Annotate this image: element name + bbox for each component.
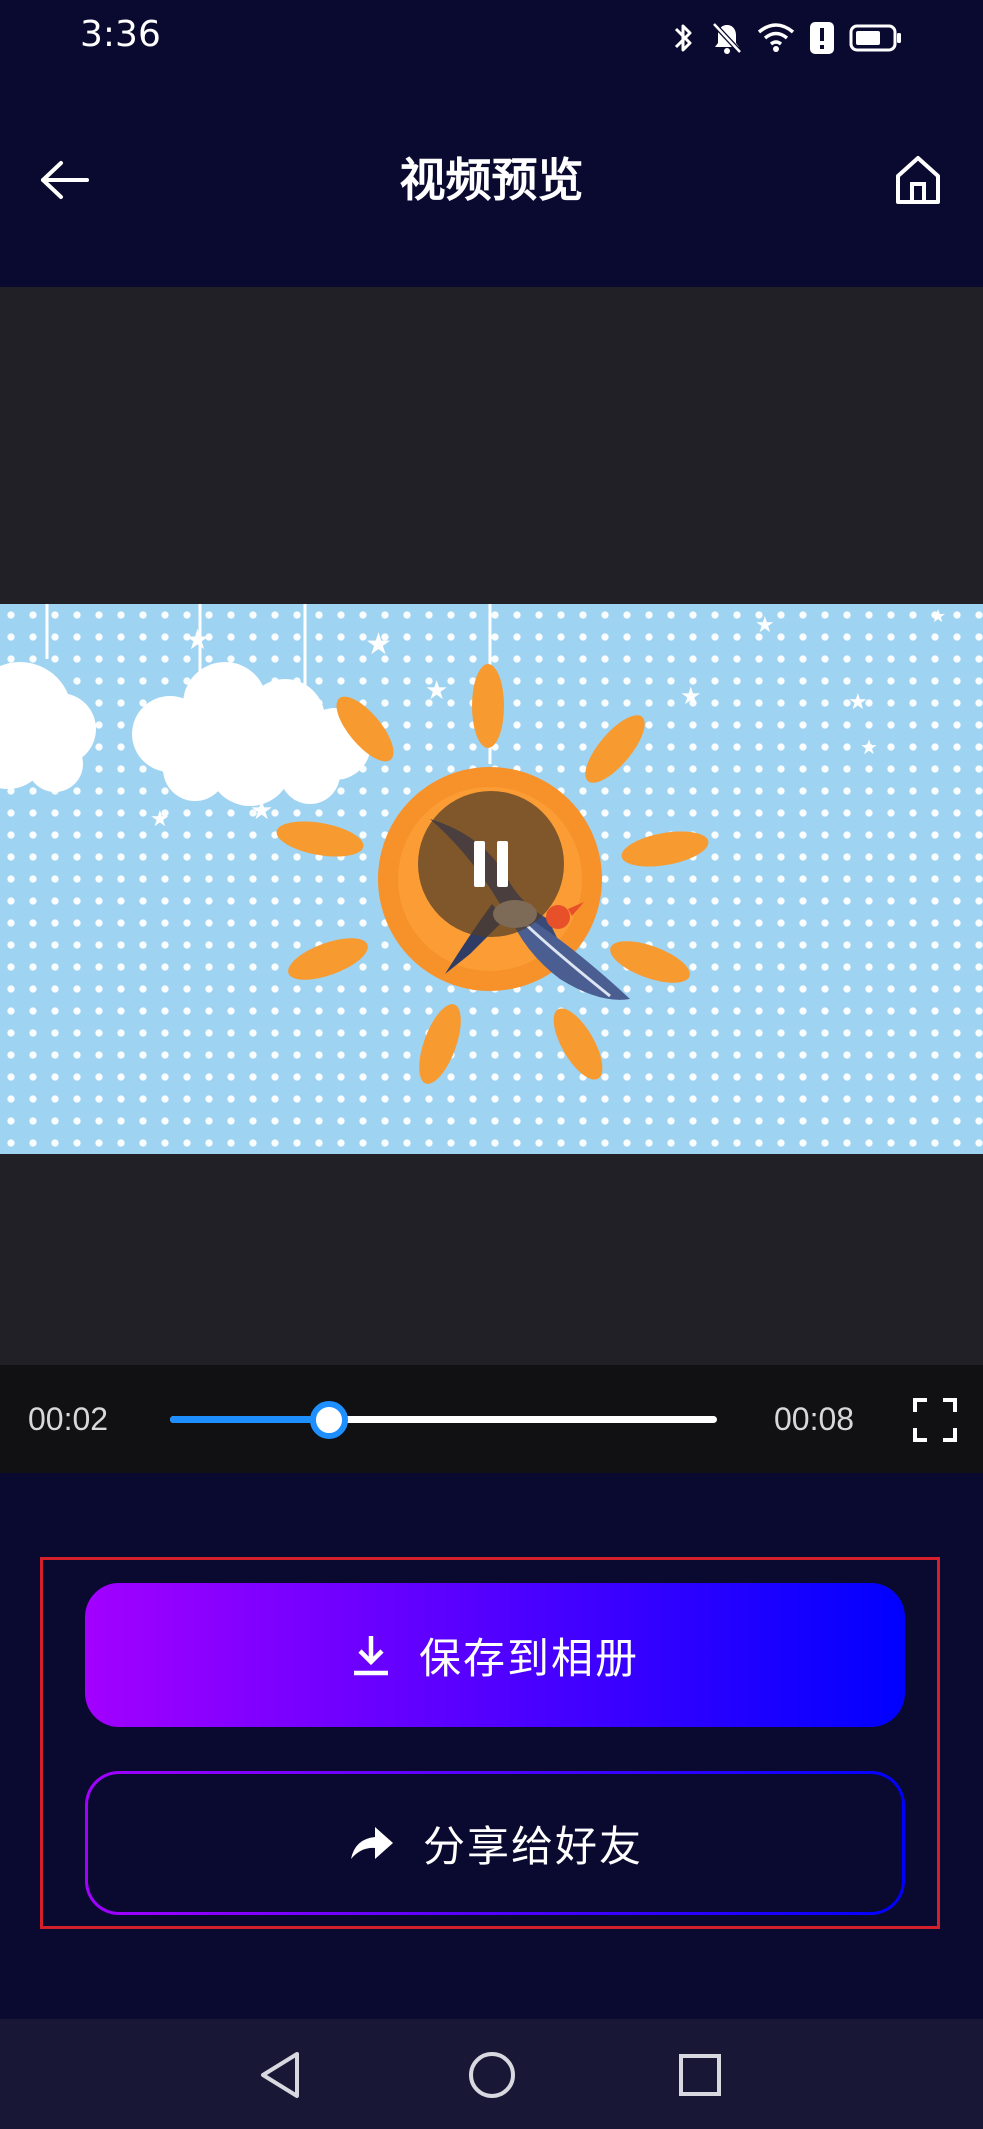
nav-back-icon xyxy=(261,2052,299,2098)
battery-icon xyxy=(849,24,901,52)
wifi-icon xyxy=(757,23,795,52)
share-to-friends-button[interactable]: 分享给好友 xyxy=(85,1771,905,1915)
pause-button[interactable] xyxy=(418,791,564,937)
action-panel: 保存到相册 分享给好友 xyxy=(40,1557,940,1929)
svg-text:★: ★ xyxy=(860,735,878,759)
video-player[interactable]: ★ ★ ★ ★ ★ ★ ★ ★ ★ ★ xyxy=(0,287,983,1365)
nav-back-button[interactable] xyxy=(248,2043,312,2107)
svg-text:★: ★ xyxy=(185,623,210,656)
status-bar: 3:36 xyxy=(0,0,983,78)
page-title: 视频预览 xyxy=(399,153,584,207)
save-to-album-button[interactable]: 保存到相册 xyxy=(85,1583,905,1727)
svg-text:★: ★ xyxy=(150,807,170,832)
system-nav-bar xyxy=(0,2019,983,2129)
download-icon xyxy=(353,1636,388,1676)
svg-text:★: ★ xyxy=(365,627,392,662)
save-button-label: 保存到相册 xyxy=(418,1633,639,1683)
home-icon xyxy=(896,156,940,204)
progress-thumb[interactable] xyxy=(309,1401,348,1439)
svg-text:★: ★ xyxy=(755,613,775,638)
nav-recent-button[interactable] xyxy=(668,2043,732,2107)
fullscreen-icon xyxy=(913,1398,957,1442)
progress-fill xyxy=(170,1416,329,1423)
app-header: 视频预览 xyxy=(0,110,983,250)
share-button-label: 分享给好友 xyxy=(422,1821,643,1871)
status-icons xyxy=(671,16,903,60)
current-time: 00:02 xyxy=(28,1401,109,1437)
bell-muted-icon xyxy=(712,22,742,54)
svg-text:★: ★ xyxy=(425,676,448,706)
bluetooth-icon xyxy=(674,24,692,52)
svg-text:★: ★ xyxy=(930,606,946,627)
pause-icon xyxy=(474,841,508,887)
alert-icon xyxy=(810,22,834,54)
home-button[interactable] xyxy=(883,148,953,212)
total-time: 00:08 xyxy=(774,1401,855,1437)
nav-home-icon xyxy=(469,2052,515,2098)
svg-text:★: ★ xyxy=(848,690,868,715)
fullscreen-button[interactable] xyxy=(912,1397,958,1443)
svg-text:★: ★ xyxy=(680,682,702,710)
share-arrow-icon xyxy=(350,1827,393,1859)
nav-recent-icon xyxy=(679,2054,721,2096)
nav-home-button[interactable] xyxy=(460,2043,524,2107)
playback-controls: 00:02 00:08 xyxy=(0,1365,983,1473)
status-time: 3:36 xyxy=(80,14,161,55)
progress-slider[interactable] xyxy=(170,1401,717,1439)
